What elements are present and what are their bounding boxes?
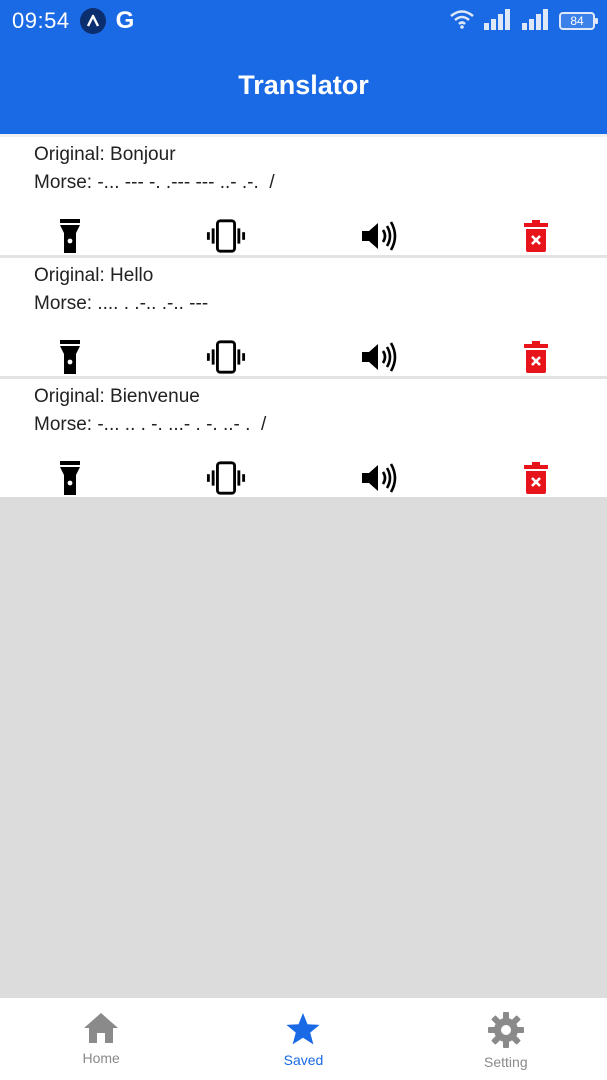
flashlight-button[interactable]: [50, 461, 90, 495]
flashlight-icon: [60, 340, 80, 374]
list-item: Original: Bienvenue Morse: -... .. . -. …: [0, 376, 607, 497]
flashlight-icon: [60, 461, 80, 495]
battery-icon: 84: [559, 12, 598, 30]
delete-icon: [524, 462, 548, 494]
vibrate-button[interactable]: [206, 219, 246, 253]
star-icon: [286, 1013, 321, 1045]
page-title: Translator: [238, 70, 369, 100]
bottom-navigation: Home Saved Setting: [0, 998, 607, 1080]
app-bar: 09:54 G 84 Translator: [0, 0, 607, 134]
tab-home[interactable]: Home: [0, 998, 202, 1080]
original-text: Original: Bonjour: [34, 144, 176, 165]
sound-button[interactable]: [360, 340, 400, 374]
tab-saved[interactable]: Saved: [202, 998, 404, 1080]
vibrate-button[interactable]: [206, 461, 246, 495]
morse-text: Morse: -... .. . -. ...- . -. ..- . /: [34, 414, 267, 435]
signal-icon-2: [521, 8, 551, 35]
vibrate-icon: [206, 219, 246, 253]
speaker-icon: [362, 463, 397, 493]
speaker-icon: [362, 221, 397, 251]
status-time: 09:54: [12, 8, 70, 33]
tab-saved-label: Saved: [283, 1052, 324, 1068]
tab-setting-label: Setting: [484, 1054, 528, 1070]
delete-button[interactable]: [516, 340, 556, 374]
status-bar: 09:54 G 84: [0, 0, 607, 42]
list-item: Original: Hello Morse: .... . .-.. .-.. …: [0, 255, 607, 376]
list-item: Original: Bonjour Morse: -... --- -. .--…: [0, 134, 607, 255]
delete-button[interactable]: [516, 219, 556, 253]
gear-icon: [487, 1012, 524, 1048]
original-text: Original: Bienvenue: [34, 386, 200, 407]
tab-home-label: Home: [82, 1050, 120, 1066]
morse-text: Morse: .... . .-.. .-.. ---: [34, 293, 209, 314]
delete-icon: [524, 341, 548, 373]
original-text: Original: Hello: [34, 265, 154, 286]
tab-setting[interactable]: Setting: [405, 998, 607, 1080]
app-notification-icon: [79, 8, 106, 34]
wifi-icon: [449, 9, 475, 34]
sound-button[interactable]: [360, 219, 400, 253]
flashlight-button[interactable]: [50, 219, 90, 253]
sound-button[interactable]: [360, 461, 400, 495]
vibrate-icon: [206, 461, 246, 495]
vibrate-button[interactable]: [206, 340, 246, 374]
google-icon: G: [115, 7, 135, 34]
delete-button[interactable]: [516, 461, 556, 495]
flashlight-button[interactable]: [50, 340, 90, 374]
morse-text: Morse: -... --- -. .--- --- ..- .-. /: [34, 172, 275, 193]
battery-level: 84: [570, 14, 584, 28]
home-icon: [84, 1013, 119, 1043]
signal-icon: [483, 8, 513, 35]
flashlight-icon: [60, 219, 80, 253]
delete-icon: [524, 220, 548, 252]
speaker-icon: [362, 342, 397, 372]
vibrate-icon: [206, 340, 246, 374]
saved-list: Original: Bonjour Morse: -... --- -. .--…: [0, 134, 607, 497]
